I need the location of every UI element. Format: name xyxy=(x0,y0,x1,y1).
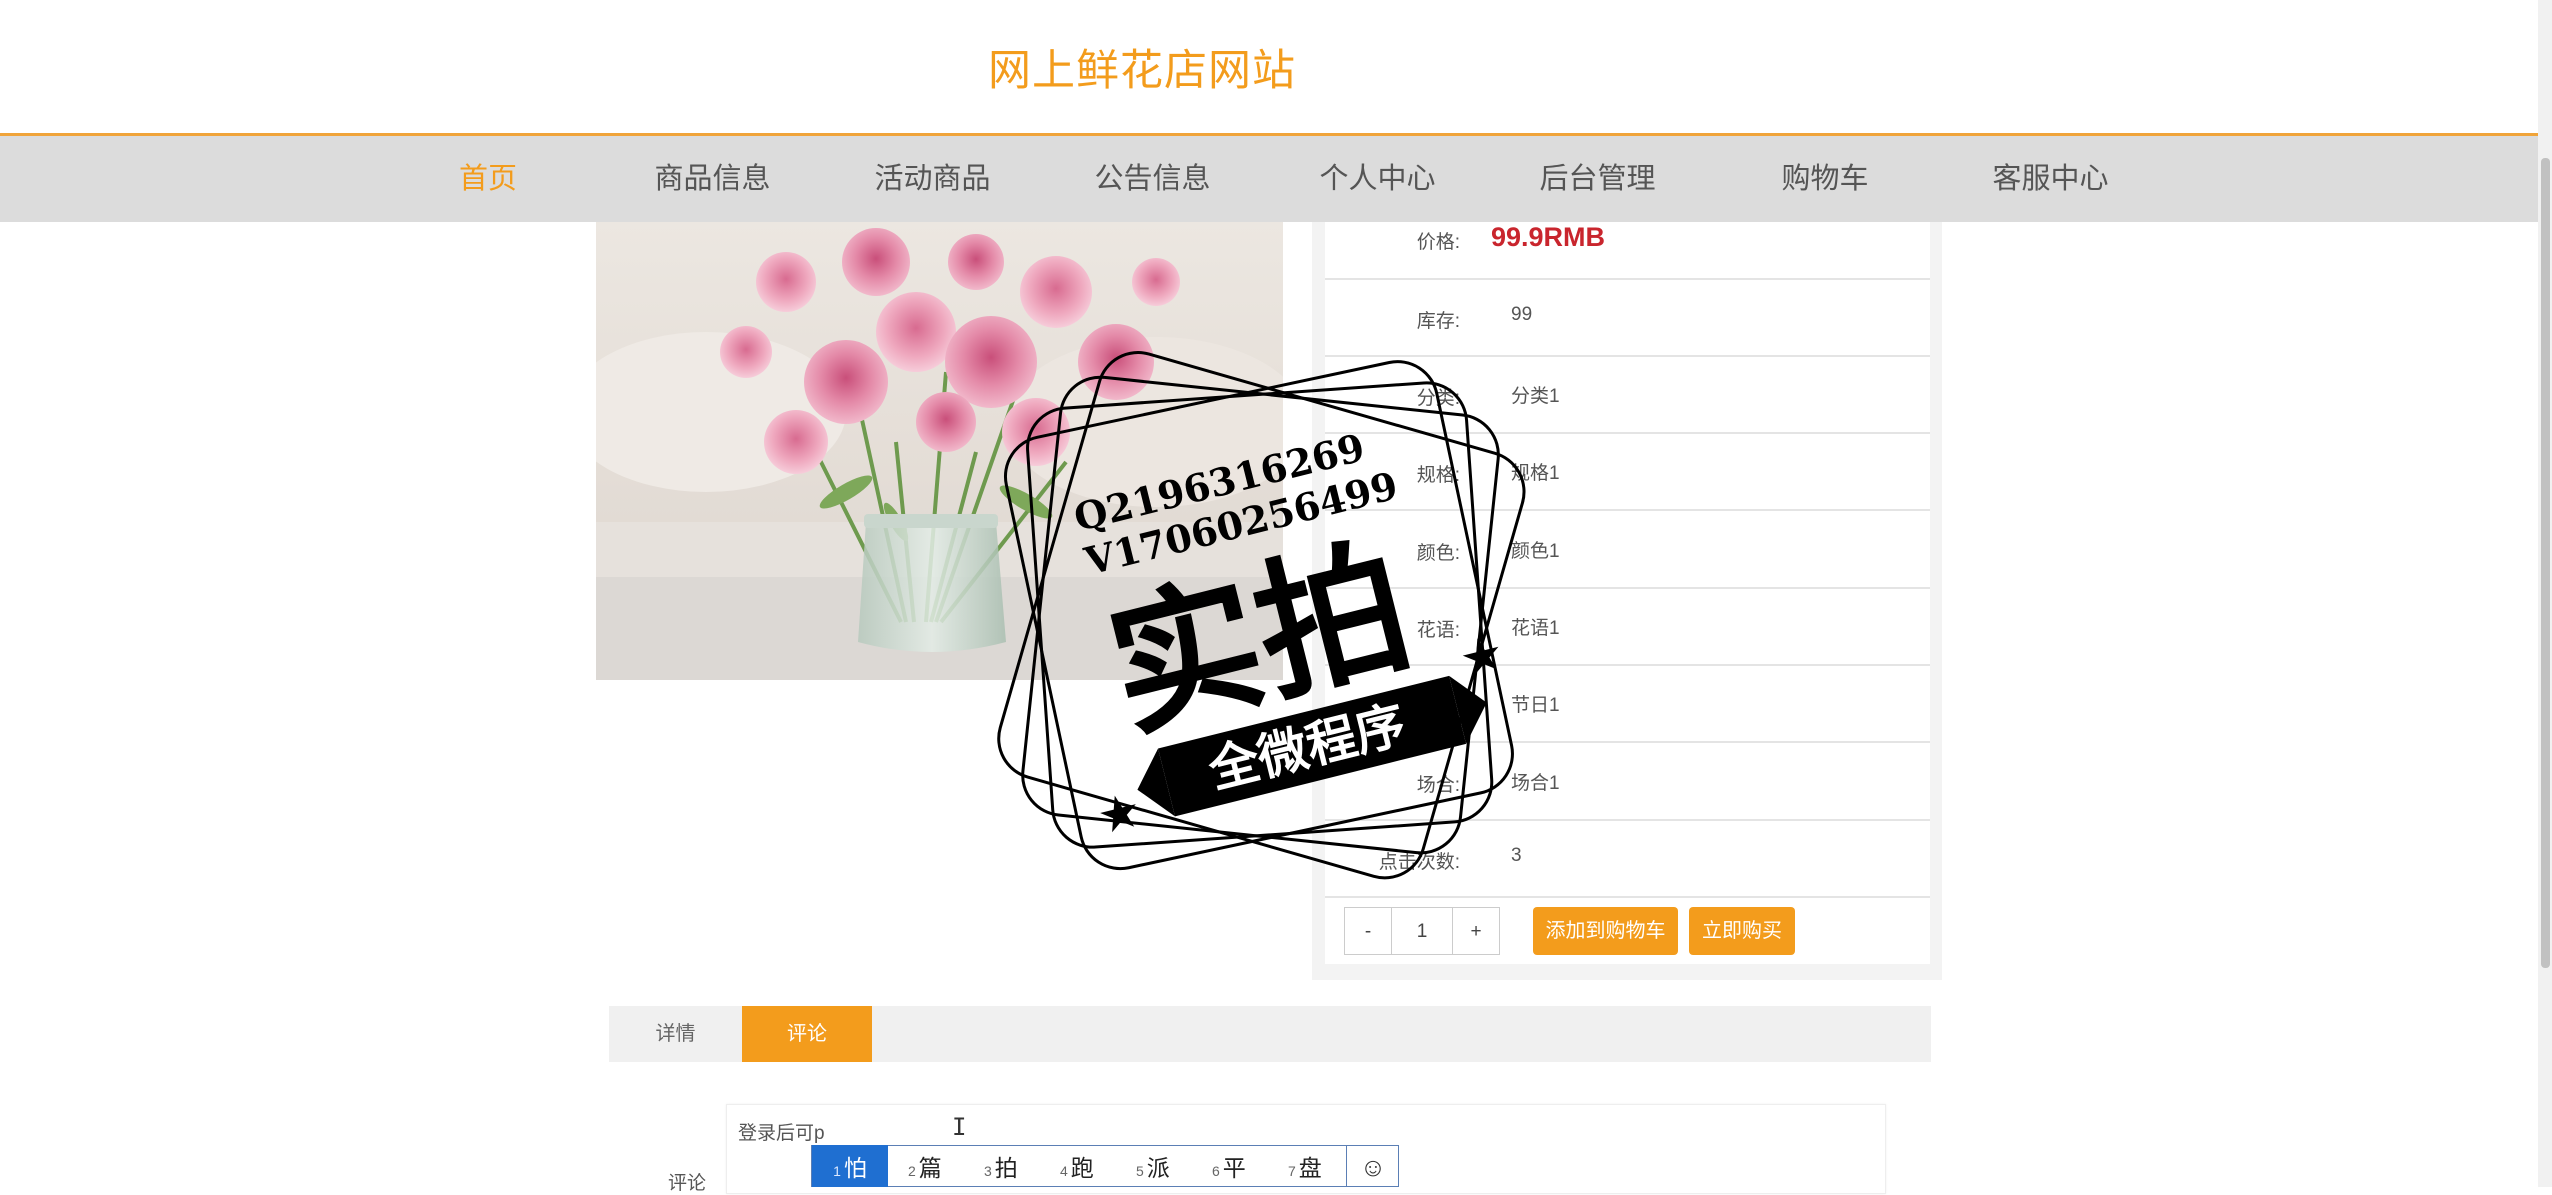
nav-promotions[interactable]: 活动商品 xyxy=(860,136,1005,222)
detail-row-occasion: 场合: 场合1 xyxy=(1325,742,1930,821)
comment-input-text: 登录后可p xyxy=(738,1123,825,1144)
detail-row-spec: 规格: 规格1 xyxy=(1325,432,1930,511)
flower-language-label: 花语: xyxy=(1416,620,1460,641)
main-nav: 首页 商品信息 活动商品 公告信息 个人中心 后台管理 购物车 客服中心 xyxy=(0,136,2538,222)
stock-value: 99 xyxy=(1511,304,1533,325)
color-label: 颜色: xyxy=(1416,543,1460,564)
comment-label: 评论 xyxy=(668,1173,707,1194)
color-value: 颜色1 xyxy=(1511,541,1560,562)
occasion-value: 场合1 xyxy=(1511,773,1560,794)
ime-candidate-6[interactable]: 6平 xyxy=(1212,1145,1246,1187)
ime-candidate-2[interactable]: 2篇 xyxy=(908,1145,942,1187)
clicks-value: 3 xyxy=(1511,845,1522,866)
ime-candidate-7[interactable]: 7盘 xyxy=(1288,1145,1322,1187)
category-label: 分类: xyxy=(1416,388,1460,409)
ime-candidate-4[interactable]: 4跑 xyxy=(1060,1145,1094,1187)
detail-row-color: 颜色: 颜色1 xyxy=(1325,510,1930,589)
stock-label: 库存: xyxy=(1416,311,1460,332)
detail-row-festival: 节日: 节日1 xyxy=(1325,664,1930,743)
site-header: 网上鲜花店网站 xyxy=(0,0,2538,136)
flower-language-value: 花语1 xyxy=(1511,618,1560,639)
site-title[interactable]: 网上鲜花店网站 xyxy=(988,36,1296,98)
spec-value: 规格1 xyxy=(1511,463,1560,484)
text-cursor-icon: I xyxy=(952,1113,967,1141)
product-image xyxy=(596,222,1283,680)
price-value: 99.9RMB xyxy=(1491,222,1606,252)
nav-announcements[interactable]: 公告信息 xyxy=(1080,136,1225,222)
scrollbar-thumb[interactable] xyxy=(2541,158,2550,968)
add-to-cart-button[interactable]: 添加到购物车 xyxy=(1533,907,1678,955)
festival-value: 节日1 xyxy=(1511,695,1560,716)
category-value: 分类1 xyxy=(1511,386,1560,407)
watermark-star-left-icon: ★ xyxy=(1092,781,1147,846)
detail-row-price: 价格: 99.9RMB xyxy=(1325,201,1930,280)
tab-review[interactable]: 评论 xyxy=(742,1006,872,1062)
occasion-label: 场合: xyxy=(1416,775,1460,796)
ime-candidate-5[interactable]: 5派 xyxy=(1136,1145,1170,1187)
detail-row-flower-language: 花语: 花语1 xyxy=(1325,587,1930,666)
nav-customer-service[interactable]: 客服中心 xyxy=(1978,136,2123,222)
quantity-input[interactable]: 1 xyxy=(1391,907,1453,955)
quantity-increase-button[interactable]: + xyxy=(1452,907,1500,955)
price-label: 价格: xyxy=(1416,232,1460,253)
emoji-icon[interactable]: ☺ xyxy=(1346,1145,1399,1187)
spec-label: 规格: xyxy=(1416,465,1460,486)
quantity-decrease-button[interactable]: - xyxy=(1344,907,1392,955)
nav-products[interactable]: 商品信息 xyxy=(640,136,785,222)
detail-row-category: 分类: 分类1 xyxy=(1325,355,1930,434)
tab-detail[interactable]: 详情 xyxy=(609,1006,742,1062)
ime-candidate-1[interactable]: 1怕 xyxy=(812,1145,888,1187)
detail-row-stock: 库存: 99 xyxy=(1325,278,1930,357)
nav-home[interactable]: 首页 xyxy=(428,136,548,222)
festival-label: 节日: xyxy=(1416,697,1460,718)
detail-row-clicks: 点击次数: 3 xyxy=(1325,819,1930,898)
buy-now-button[interactable]: 立即购买 xyxy=(1689,907,1795,955)
ime-candidate-3[interactable]: 3拍 xyxy=(984,1145,1018,1187)
clicks-label: 点击次数: xyxy=(1378,852,1460,873)
